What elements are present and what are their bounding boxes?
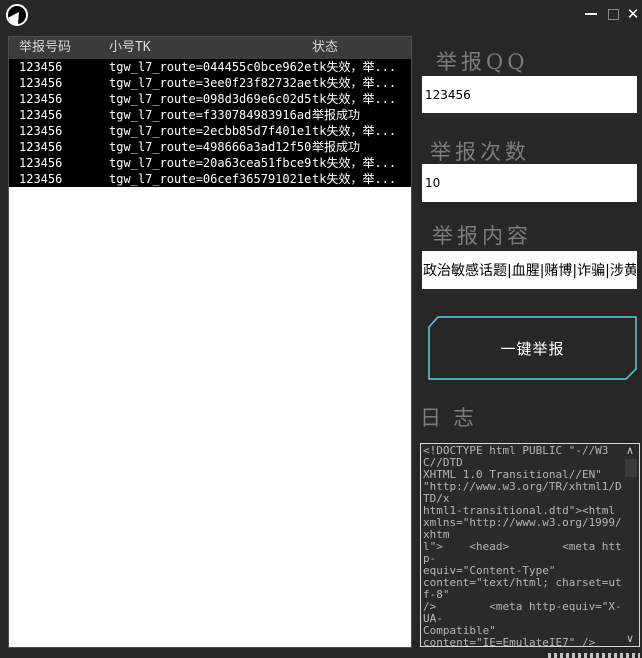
cell-report-number: 123456 bbox=[9, 107, 109, 123]
table-row[interactable]: 123456 tgw_l7_route=f330784983916ad... 举… bbox=[9, 107, 411, 123]
cell-status: tk失效，举... bbox=[312, 75, 411, 91]
cell-report-number: 123456 bbox=[9, 155, 109, 171]
report-table[interactable]: 举报号码 小号TK 状态 123456 tgw_l7_route=044455c… bbox=[8, 36, 412, 648]
close-button[interactable]: ✕ bbox=[622, 0, 642, 28]
cell-status: tk失效，举... bbox=[312, 155, 411, 171]
cell-status: tk失效，举... bbox=[312, 123, 411, 139]
table-row[interactable]: 123456 tgw_l7_route=20a63cea51fbce9... t… bbox=[9, 155, 411, 171]
cell-report-number: 123456 bbox=[9, 59, 109, 75]
clipped-text-fragment bbox=[548, 653, 640, 658]
table-row[interactable]: 123456 tgw_l7_route=498666a3ad12f50... 举… bbox=[9, 139, 411, 155]
scrollbar-thumb[interactable] bbox=[625, 459, 637, 477]
log-output[interactable]: <!DOCTYPE html PUBLIC "-//W3C//DTD XHTML… bbox=[420, 443, 640, 647]
cell-report-number: 123456 bbox=[9, 123, 109, 139]
cell-report-number: 123456 bbox=[9, 75, 109, 91]
report-count-label: 举报次数 bbox=[430, 136, 530, 166]
cell-account-tk: tgw_l7_route=2ecbb85d7f401e1... bbox=[109, 123, 312, 139]
cell-account-tk: tgw_l7_route=044455c0bce962e... bbox=[109, 59, 312, 75]
header-report-number: 举报号码 bbox=[9, 37, 109, 59]
cell-report-number: 123456 bbox=[9, 91, 109, 107]
report-content-input[interactable] bbox=[422, 251, 637, 289]
maximize-button[interactable] bbox=[602, 0, 624, 28]
app-logo-icon bbox=[5, 3, 29, 27]
report-content-label: 举报内容 bbox=[432, 220, 532, 250]
report-qq-label: 举报QQ bbox=[436, 46, 528, 76]
cell-account-tk: tgw_l7_route=f330784983916ad... bbox=[109, 107, 312, 123]
table-row[interactable]: 123456 tgw_l7_route=098d3d69e6c02d5... t… bbox=[9, 91, 411, 107]
cell-status: 举报成功 bbox=[312, 139, 411, 155]
log-label: 日志 bbox=[420, 402, 486, 432]
one-click-report-button[interactable]: 一键举报 bbox=[428, 316, 637, 380]
header-account-tk: 小号TK bbox=[109, 37, 312, 59]
cell-account-tk: tgw_l7_route=498666a3ad12f50... bbox=[109, 139, 312, 155]
header-status: 状态 bbox=[312, 37, 411, 59]
cell-account-tk: tgw_l7_route=20a63cea51fbce9... bbox=[109, 155, 312, 171]
cell-status: 举报成功 bbox=[312, 107, 411, 123]
cell-account-tk: tgw_l7_route=098d3d69e6c02d5... bbox=[109, 91, 312, 107]
scroll-down-icon[interactable]: ∨ bbox=[622, 632, 638, 646]
scroll-up-icon[interactable]: ∧ bbox=[622, 444, 638, 458]
titlebar: ✕ bbox=[0, 0, 642, 30]
app-window: { "titlebar": { "minimize_glyph": "─", "… bbox=[0, 0, 642, 658]
cell-account-tk: tgw_l7_route=06cef365791021e... bbox=[109, 171, 312, 187]
table-row[interactable]: 123456 tgw_l7_route=3ee0f23f82732ae... t… bbox=[9, 75, 411, 91]
report-count-input[interactable] bbox=[422, 164, 637, 202]
cell-status: tk失效，举... bbox=[312, 171, 411, 187]
cell-report-number: 123456 bbox=[9, 139, 109, 155]
report-qq-input[interactable] bbox=[422, 76, 637, 113]
cell-report-number: 123456 bbox=[9, 171, 109, 187]
table-row[interactable]: 123456 tgw_l7_route=2ecbb85d7f401e1... t… bbox=[9, 123, 411, 139]
minimize-button[interactable] bbox=[580, 0, 602, 28]
table-row[interactable]: 123456 tgw_l7_route=044455c0bce962e... t… bbox=[9, 59, 411, 75]
submit-button-label: 一键举报 bbox=[500, 340, 564, 358]
log-text: <!DOCTYPE html PUBLIC "-//W3C//DTD XHTML… bbox=[423, 445, 623, 647]
cell-status: tk失效，举... bbox=[312, 91, 411, 107]
cell-status: tk失效，举... bbox=[312, 59, 411, 75]
cell-account-tk: tgw_l7_route=3ee0f23f82732ae... bbox=[109, 75, 312, 91]
table-header-row: 举报号码 小号TK 状态 bbox=[9, 37, 411, 59]
table-row[interactable]: 123456 tgw_l7_route=06cef365791021e... t… bbox=[9, 171, 411, 187]
